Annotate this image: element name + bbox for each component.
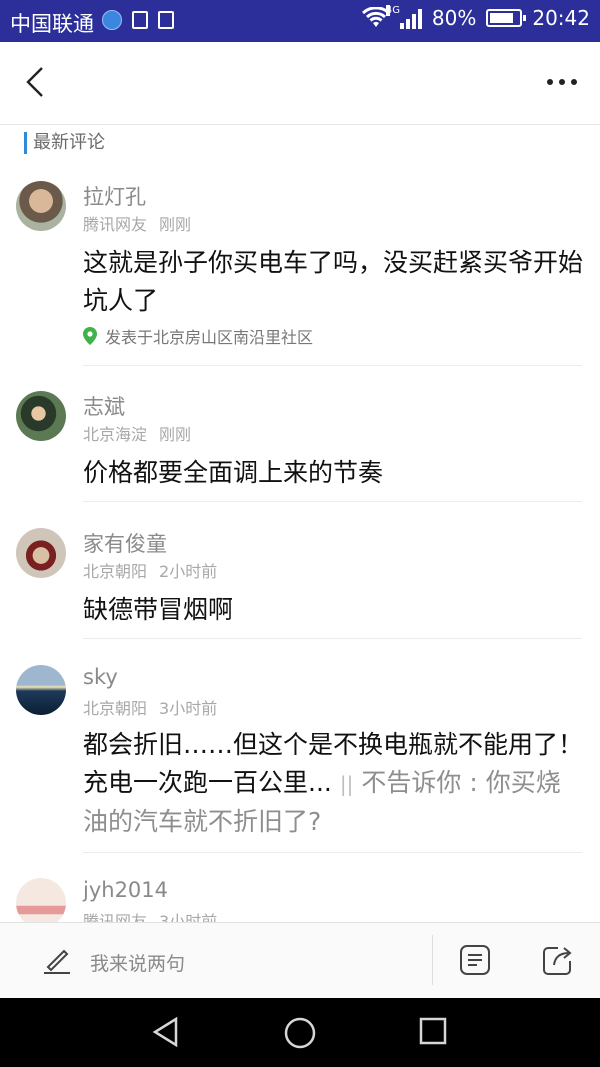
location-pin-icon	[83, 327, 97, 345]
divider	[83, 638, 582, 639]
comment-input-bar: 我来说两句	[0, 922, 600, 999]
comment-source: 北京朝阳	[83, 562, 148, 581]
comment-source: 北京朝阳	[83, 699, 148, 718]
divider	[432, 935, 433, 985]
comment-username[interactable]: jyh2014	[83, 878, 168, 902]
avatar[interactable]	[16, 878, 66, 922]
comment-time: 刚刚	[159, 215, 192, 234]
comment-meta: 北京海淀 刚刚	[83, 421, 191, 445]
reply-username[interactable]: 不告诉你	[361, 768, 461, 797]
comment-username[interactable]: 家有俊童	[83, 528, 167, 558]
comment-item: jyh2014 腾讯网友 3小时前	[0, 875, 600, 922]
comment-meta: 北京朝阳 3小时前	[83, 695, 217, 719]
comment-source: 腾讯网友	[83, 912, 148, 922]
reply-colon: :	[469, 768, 478, 797]
share-icon[interactable]	[540, 943, 574, 977]
comment-text[interactable]: 价格都要全面调上来的节奏	[83, 454, 583, 492]
comment-meta: 腾讯网友 3小时前	[83, 908, 217, 922]
location-text: 发表于北京房山区南沿里社区	[105, 328, 314, 347]
top-nav	[0, 42, 600, 125]
section-title: 最新评论	[24, 132, 105, 154]
comment-meta: 腾讯网友 刚刚	[83, 211, 191, 235]
avatar[interactable]	[16, 391, 66, 441]
avatar[interactable]	[16, 181, 66, 231]
comment-meta: 北京朝阳 2小时前	[83, 558, 217, 582]
divider	[83, 365, 582, 366]
chevron-left-icon[interactable]	[18, 64, 54, 100]
image-notification-icon	[158, 11, 174, 29]
comment-list-icon[interactable]	[458, 943, 492, 977]
comment-time: 3小时前	[159, 699, 218, 718]
avatar[interactable]	[16, 665, 66, 715]
clock: 20:42	[532, 6, 590, 30]
divider	[83, 852, 582, 853]
comment-time: 刚刚	[159, 425, 192, 444]
comment-input[interactable]: 我来说两句	[90, 949, 185, 976]
comment-time: 2小时前	[159, 562, 218, 581]
back-triangle-icon[interactable]	[150, 1016, 182, 1048]
network-type: 4G	[385, 5, 401, 16]
divider	[83, 501, 582, 502]
comment-text[interactable]: 缺德带冒烟啊	[83, 591, 583, 629]
comment-text[interactable]: 这就是孙子你买电车了吗，没买赶紧买爷开始坑人了	[83, 244, 583, 320]
pen-icon[interactable]	[42, 945, 72, 975]
recents-square-icon[interactable]	[418, 1016, 448, 1046]
battery-icon	[486, 9, 527, 27]
status-bar: 中国联通 4G 80% 20:42	[0, 0, 600, 42]
app-notification-icon	[102, 10, 122, 30]
sim-icon	[132, 11, 148, 29]
system-nav-bar	[0, 998, 600, 1067]
comment-username[interactable]: 志斌	[83, 391, 125, 421]
comment-source: 腾讯网友	[83, 215, 148, 234]
reply-separator: ||	[339, 772, 354, 796]
avatar[interactable]	[16, 528, 66, 578]
more-dots-icon[interactable]	[542, 70, 582, 94]
comment-username[interactable]: 拉灯孔	[83, 181, 146, 211]
comment-text[interactable]: 都会折旧……但这个是不换电瓶就不能用了！充电一次跑一百公里... || 不告诉你: 你…	[83, 726, 583, 841]
home-circle-icon[interactable]	[283, 1016, 317, 1050]
comment-time: 3小时前	[159, 912, 218, 922]
comment-location: 发表于北京房山区南沿里社区	[83, 324, 313, 348]
battery-percent: 80%	[431, 6, 477, 30]
comment-username[interactable]: sky	[83, 665, 118, 689]
carrier-label: 中国联通	[10, 12, 94, 36]
signal-icon: 4G	[385, 5, 422, 29]
comment-source: 北京海淀	[83, 425, 148, 444]
